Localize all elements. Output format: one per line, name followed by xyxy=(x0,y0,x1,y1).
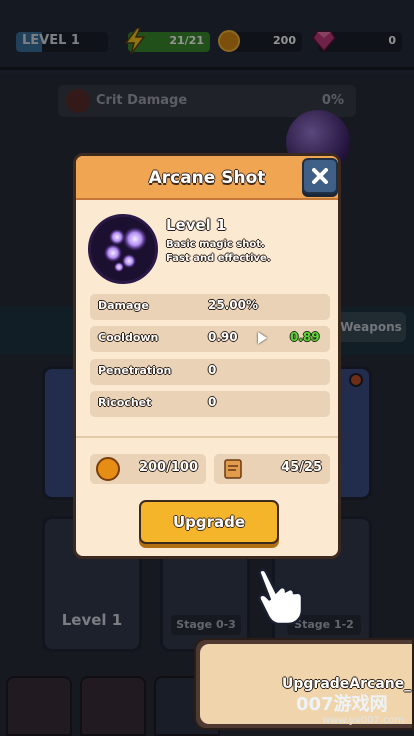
stat-label: Ricochet xyxy=(98,396,152,409)
skill-description: Basic magic shot. Fast and effective. xyxy=(166,238,336,266)
coin-cost-value: 200/100 xyxy=(138,460,198,475)
skill-description-line-1: Basic magic shot. xyxy=(166,239,265,250)
stat-row-cooldown: Cooldown 0.90 0.89 xyxy=(90,326,330,352)
stat-value: 0 xyxy=(208,363,217,377)
skill-level-label: Level 1 xyxy=(166,216,227,234)
upgrade-button[interactable]: Upgrade xyxy=(139,500,279,544)
stat-label: Damage xyxy=(98,299,149,312)
stat-row-ricochet: Ricochet 0 xyxy=(90,391,330,417)
watermark-url: www.yx007.com xyxy=(322,715,405,726)
modal-header: Arcane Shot xyxy=(76,156,338,200)
watermark-brand: 007游戏网 xyxy=(296,694,388,715)
coin-icon xyxy=(96,457,120,481)
pointing-hand-icon xyxy=(258,568,304,626)
close-icon xyxy=(312,168,328,184)
scroll-cost-box: 45/25 xyxy=(214,454,330,484)
coin-cost-box: 200/100 xyxy=(90,454,206,484)
stat-row-penetration: Penetration 0 xyxy=(90,359,330,385)
stat-value: 0.90 xyxy=(208,330,238,344)
arrow-right-icon xyxy=(258,332,267,344)
arcane-orbs-icon xyxy=(104,227,147,272)
skill-upgrade-modal: Arcane Shot Level 1 Basic magic shot. Fa… xyxy=(73,153,341,559)
stat-row-damage: Damage 25.00% xyxy=(90,294,330,320)
upgrade-button-label: Upgrade xyxy=(172,513,246,531)
scroll-cost-value: 45/25 xyxy=(281,460,322,475)
scroll-icon xyxy=(224,459,242,479)
modal-title: Arcane Shot xyxy=(148,168,266,188)
stat-next-value: 0.89 xyxy=(290,330,320,344)
stat-value: 0 xyxy=(208,395,217,409)
stat-label: Cooldown xyxy=(98,331,159,344)
skill-description-line-2: Fast and effective. xyxy=(166,253,271,264)
arcane-shot-icon xyxy=(88,214,158,284)
divider xyxy=(76,436,338,438)
stat-label: Penetration xyxy=(98,364,172,377)
stat-value: 25.00% xyxy=(208,298,258,312)
close-button[interactable] xyxy=(302,158,338,194)
